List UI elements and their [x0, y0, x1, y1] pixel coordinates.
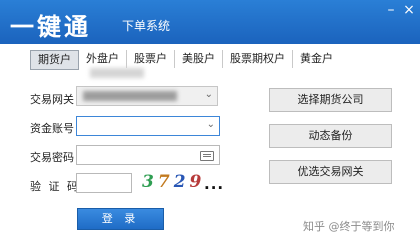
account-combo[interactable]: ⌄: [76, 116, 220, 136]
chevron-down-icon[interactable]: ⌄: [207, 119, 215, 130]
masked-gateway-value: [83, 91, 177, 101]
keyboard-icon[interactable]: [200, 151, 214, 161]
account-type-tabs: 期货户 外盘户 股票户 美股户 股票期权户 黄金户: [30, 50, 340, 70]
password-label: 交易密码: [30, 151, 74, 164]
title-bar: 一键通 下单系统 – ×: [0, 0, 420, 44]
tab-gold[interactable]: 黄金户: [293, 50, 340, 68]
dynamic-backup-button[interactable]: 动态备份: [269, 124, 392, 148]
app-title: 一键通: [10, 13, 91, 41]
masked-broker-name: [90, 68, 144, 78]
gateway-select[interactable]: ⌄: [76, 86, 218, 106]
captcha-digit: 7: [157, 172, 174, 192]
preferred-gateway-button[interactable]: 优选交易网关: [269, 160, 392, 184]
account-label: 资金账号: [30, 122, 74, 135]
captcha-input[interactable]: [76, 173, 132, 193]
app-subtitle: 下单系统: [122, 19, 171, 33]
captcha-digit: 2: [173, 172, 190, 192]
captcha-digit: 3: [142, 172, 158, 192]
captcha-refresh-button[interactable]: ...: [204, 175, 224, 193]
tab-stock-options[interactable]: 股票期权户: [223, 50, 293, 68]
captcha-image[interactable]: 3729: [142, 172, 205, 192]
select-broker-button[interactable]: 选择期货公司: [269, 88, 392, 112]
captcha-digit: 9: [189, 172, 206, 192]
close-icon[interactable]: ×: [400, 0, 418, 22]
tab-foreign[interactable]: 外盘户: [79, 50, 127, 68]
login-button[interactable]: 登 录: [77, 208, 164, 230]
tab-futures[interactable]: 期货户: [30, 50, 79, 70]
gateway-label: 交易网关: [30, 93, 74, 106]
captcha-label: 验 证 码: [30, 180, 80, 193]
password-field[interactable]: [76, 145, 220, 165]
chevron-down-icon[interactable]: ⌄: [205, 89, 213, 100]
tab-us-stocks[interactable]: 美股户: [175, 50, 223, 68]
minimize-icon[interactable]: –: [382, 0, 400, 22]
watermark: 知乎 @终于等到你: [303, 220, 395, 233]
tab-stocks[interactable]: 股票户: [127, 50, 175, 68]
